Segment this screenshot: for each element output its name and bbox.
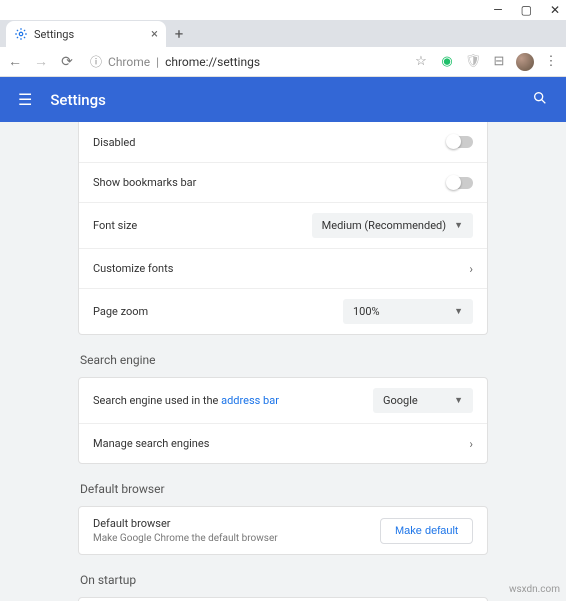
extension-icon[interactable]: ◉ xyxy=(438,53,456,71)
close-tab-icon[interactable]: × xyxy=(151,27,158,42)
setting-row-default-browser: Default browser Make Google Chrome the d… xyxy=(79,507,487,554)
extension-icon-2[interactable]: ⊟ xyxy=(490,53,508,71)
settings-header: ☰ Settings xyxy=(0,77,566,122)
shield-icon[interactable]: 🛡 xyxy=(464,53,482,71)
maximize-button[interactable]: ▢ xyxy=(521,3,532,17)
browser-toolbar: ← → ⟳ ⓘ Chrome | chrome://settings ☆ ◉ 🛡… xyxy=(0,47,566,77)
settings-content: Disabled Show bookmarks bar Font size Me… xyxy=(0,122,566,601)
back-button[interactable]: ← xyxy=(6,53,24,70)
close-window-button[interactable]: ✕ xyxy=(550,3,560,17)
make-default-button[interactable]: Make default xyxy=(380,518,473,544)
select-value: Google xyxy=(383,394,418,407)
setting-row-manage-search[interactable]: Manage search engines › xyxy=(79,423,487,463)
setting-row-font-size: Font size Medium (Recommended) ▼ xyxy=(79,202,487,248)
forward-button[interactable]: → xyxy=(32,53,50,70)
setting-label: Manage search engines xyxy=(93,437,469,450)
address-bar-link[interactable]: address bar xyxy=(221,394,279,407)
search-icon[interactable] xyxy=(532,90,548,110)
chevron-right-icon: › xyxy=(469,437,473,451)
select-value: 100% xyxy=(353,305,380,318)
setting-label: Customize fonts xyxy=(93,262,469,275)
setting-label: Search engine used in the address bar xyxy=(93,394,373,407)
gear-icon xyxy=(14,27,28,41)
minimize-button[interactable]: — xyxy=(493,3,502,17)
new-tab-button[interactable]: + xyxy=(166,21,192,47)
font-size-select[interactable]: Medium (Recommended) ▼ xyxy=(312,213,473,238)
search-engine-card: Search engine used in the address bar Go… xyxy=(78,377,488,464)
chevron-right-icon: › xyxy=(469,262,473,276)
url-path: chrome://settings xyxy=(165,55,260,69)
watermark: wsxdn.com xyxy=(509,584,560,595)
page-title: Settings xyxy=(50,91,532,109)
setting-row-search-engine: Search engine used in the address bar Go… xyxy=(79,378,487,423)
setting-row-disabled[interactable]: Disabled xyxy=(79,122,487,162)
address-bar[interactable]: ⓘ Chrome | chrome://settings xyxy=(84,51,404,73)
select-value: Medium (Recommended) xyxy=(322,219,446,232)
page-zoom-select[interactable]: 100% ▼ xyxy=(343,299,473,324)
setting-label: Font size xyxy=(93,219,312,232)
toggle-switch[interactable] xyxy=(447,177,473,189)
setting-label: Show bookmarks bar xyxy=(93,176,447,189)
tab-strip: Settings × + xyxy=(0,20,566,47)
bookmark-star-icon[interactable]: ☆ xyxy=(412,53,430,71)
setting-row-customize-fonts[interactable]: Customize fonts › xyxy=(79,248,487,288)
site-info-icon[interactable]: ⓘ xyxy=(90,53,102,70)
setting-label: Disabled xyxy=(93,136,447,149)
chevron-down-icon: ▼ xyxy=(454,220,463,231)
reload-button[interactable]: ⟳ xyxy=(58,54,76,70)
setting-row-bookmarks[interactable]: Show bookmarks bar xyxy=(79,162,487,202)
section-title-startup: On startup xyxy=(80,573,488,587)
toggle-switch[interactable] xyxy=(447,136,473,148)
browser-tab[interactable]: Settings × xyxy=(6,21,166,47)
url-host: Chrome xyxy=(108,55,150,69)
setting-label: Page zoom xyxy=(93,305,343,318)
appearance-card: Disabled Show bookmarks bar Font size Me… xyxy=(78,122,488,335)
setting-row-page-zoom: Page zoom 100% ▼ xyxy=(79,288,487,334)
section-title-default-browser: Default browser xyxy=(80,482,488,496)
tab-title: Settings xyxy=(34,28,74,41)
chevron-down-icon: ▼ xyxy=(454,395,463,406)
section-title-search: Search engine xyxy=(80,353,488,367)
startup-card: Open the New Tab page Continue where you… xyxy=(78,597,488,601)
window-titlebar: — ▢ ✕ xyxy=(0,0,566,20)
hamburger-icon[interactable]: ☰ xyxy=(18,90,32,109)
chevron-down-icon: ▼ xyxy=(454,306,463,317)
profile-avatar[interactable] xyxy=(516,53,534,71)
setting-label: Default browser Make Google Chrome the d… xyxy=(93,517,380,544)
default-browser-card: Default browser Make Google Chrome the d… xyxy=(78,506,488,555)
search-engine-select[interactable]: Google ▼ xyxy=(373,388,473,413)
menu-dots-icon[interactable]: ⋮ xyxy=(542,53,560,71)
